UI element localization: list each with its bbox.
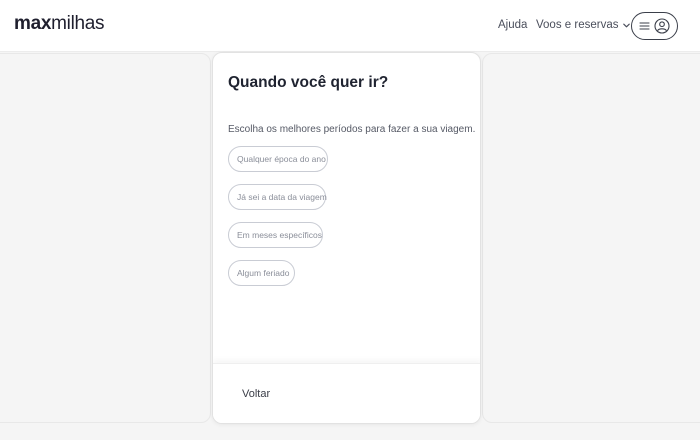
top-header: maxmilhas Ajuda Voos e reservas xyxy=(0,0,700,52)
logo-bold-text: max xyxy=(14,13,52,34)
option-any-time[interactable]: Qualquer época do ano xyxy=(228,146,328,172)
card-footer: Voltar xyxy=(213,363,480,423)
travel-period-card: Quando você quer ir? Escolha os melhores… xyxy=(212,52,481,424)
account-menu-button[interactable] xyxy=(631,12,678,40)
help-link[interactable]: Ajuda xyxy=(498,19,527,31)
hamburger-icon xyxy=(639,22,650,30)
user-circle-icon xyxy=(654,18,670,34)
logo-light-text: milhas xyxy=(51,13,105,34)
trips-label: Voos e reservas xyxy=(536,19,619,31)
option-specific-months[interactable]: Em meses específicos xyxy=(228,222,323,248)
maxmilhas-logo[interactable]: maxmilhas xyxy=(14,13,105,35)
option-holiday[interactable]: Algum feriado xyxy=(228,260,295,286)
option-known-date[interactable]: Já sei a data da viagem xyxy=(228,184,327,210)
card-subtitle: Escolha os melhores períodos para fazer … xyxy=(228,124,476,135)
right-background-panel xyxy=(482,53,700,423)
trips-dropdown[interactable]: Voos e reservas xyxy=(536,19,631,31)
back-button[interactable]: Voltar xyxy=(242,388,270,400)
left-background-panel xyxy=(0,53,211,423)
page-title: Quando você quer ir? xyxy=(228,74,389,91)
